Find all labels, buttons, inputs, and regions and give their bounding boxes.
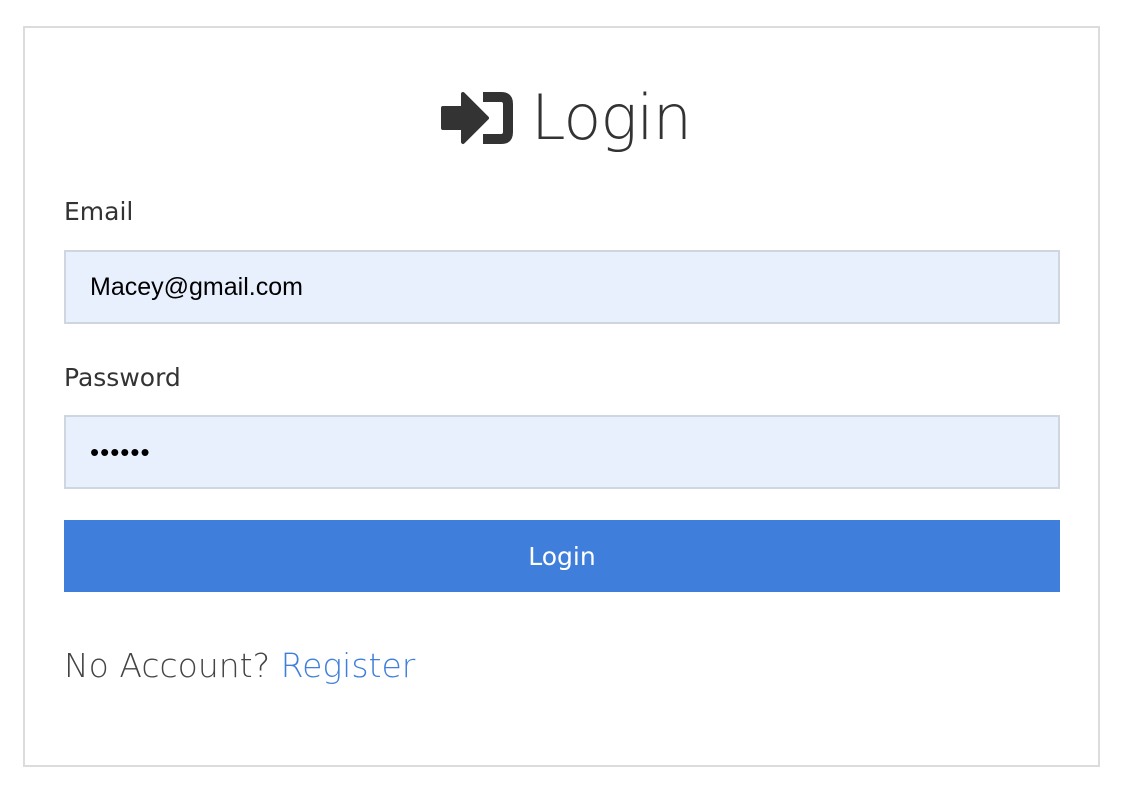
register-prompt: No Account? Register: [64, 646, 415, 685]
login-button[interactable]: Login: [64, 520, 1060, 592]
email-label: Email: [64, 197, 134, 226]
page-heading: Login: [0, 78, 1130, 158]
no-account-text: No Account?: [64, 646, 271, 685]
page-title: Login: [530, 81, 692, 154]
sign-in-icon: [440, 92, 513, 144]
password-field[interactable]: ••••••: [64, 415, 1060, 489]
register-link[interactable]: Register: [281, 646, 416, 685]
password-label: Password: [64, 363, 181, 392]
email-field[interactable]: Macey@gmail.com: [64, 250, 1060, 324]
